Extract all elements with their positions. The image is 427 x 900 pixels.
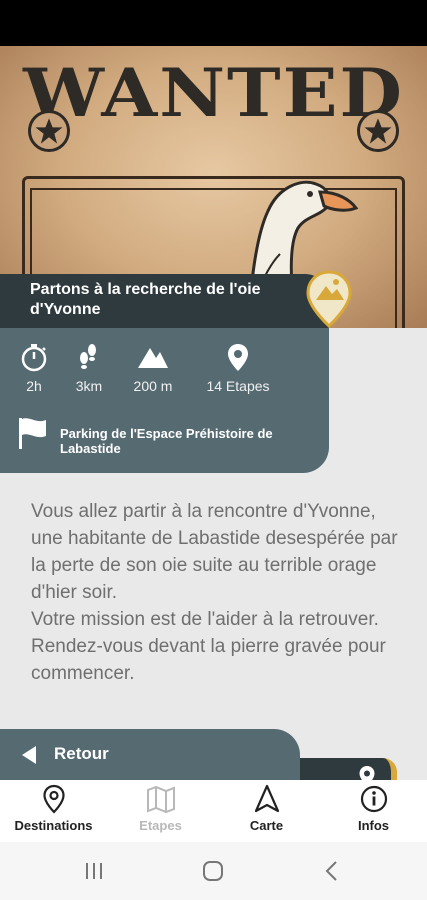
info-circle-icon xyxy=(360,785,387,813)
system-navigation-bar xyxy=(0,842,427,900)
back-button[interactable]: Retour xyxy=(0,729,300,785)
map-marker-icon xyxy=(306,270,352,328)
star-icon xyxy=(28,110,70,152)
home-icon[interactable] xyxy=(199,858,227,884)
mountain-icon xyxy=(138,348,168,368)
status-bar xyxy=(0,0,427,46)
distance-value: 3km xyxy=(75,378,103,394)
stopwatch-icon xyxy=(21,344,47,372)
back-label: Retour xyxy=(54,744,109,763)
nav-carte-label: Carte xyxy=(249,818,284,833)
map-pin-icon xyxy=(228,344,248,371)
nav-carte[interactable]: Carte xyxy=(213,784,320,833)
nav-etapes[interactable]: Etapes xyxy=(107,784,214,833)
trail-title-card: Partons à la recherche de l'oie d'Yvonne xyxy=(0,274,329,328)
trail-description: Vous allez partir à la rencontre d'Yvonn… xyxy=(31,501,398,684)
distance-stat: 3km xyxy=(54,342,124,394)
system-back-icon[interactable] xyxy=(318,858,346,884)
nav-etapes-label: Etapes xyxy=(139,818,182,833)
navigation-arrow-icon xyxy=(254,784,279,813)
nav-infos-label: Infos xyxy=(357,818,390,833)
bottom-navigation: Destinations Etapes Carte Infos xyxy=(0,780,427,842)
nav-infos[interactable]: Infos xyxy=(320,784,427,833)
flag-icon xyxy=(19,418,46,449)
map-pin-outline-icon xyxy=(42,784,65,814)
footsteps-icon xyxy=(80,344,96,369)
steps-stat: 14 Etapes xyxy=(203,342,273,394)
recent-apps-icon[interactable] xyxy=(80,858,108,884)
elevation-stat: 200 m xyxy=(118,342,188,394)
back-arrow-icon xyxy=(22,746,36,764)
start-location-label: Parking de l'Espace Préhistoire de Labas… xyxy=(60,426,273,456)
start-location: Parking de l'Espace Préhistoire de Labas… xyxy=(16,416,316,456)
steps-value: 14 Etapes xyxy=(206,378,270,394)
star-icon xyxy=(357,110,399,152)
nav-destinations-label: Destinations xyxy=(14,818,93,833)
trail-title: Partons à la recherche de l'oie d'Yvonne xyxy=(30,281,261,318)
elevation-value: 200 m xyxy=(133,378,173,394)
folded-map-icon xyxy=(146,785,175,814)
nav-destinations[interactable]: Destinations xyxy=(0,784,107,833)
trail-info-card: 2h 3km 200 m 14 Etapes Parking de l'Espa… xyxy=(0,328,329,473)
